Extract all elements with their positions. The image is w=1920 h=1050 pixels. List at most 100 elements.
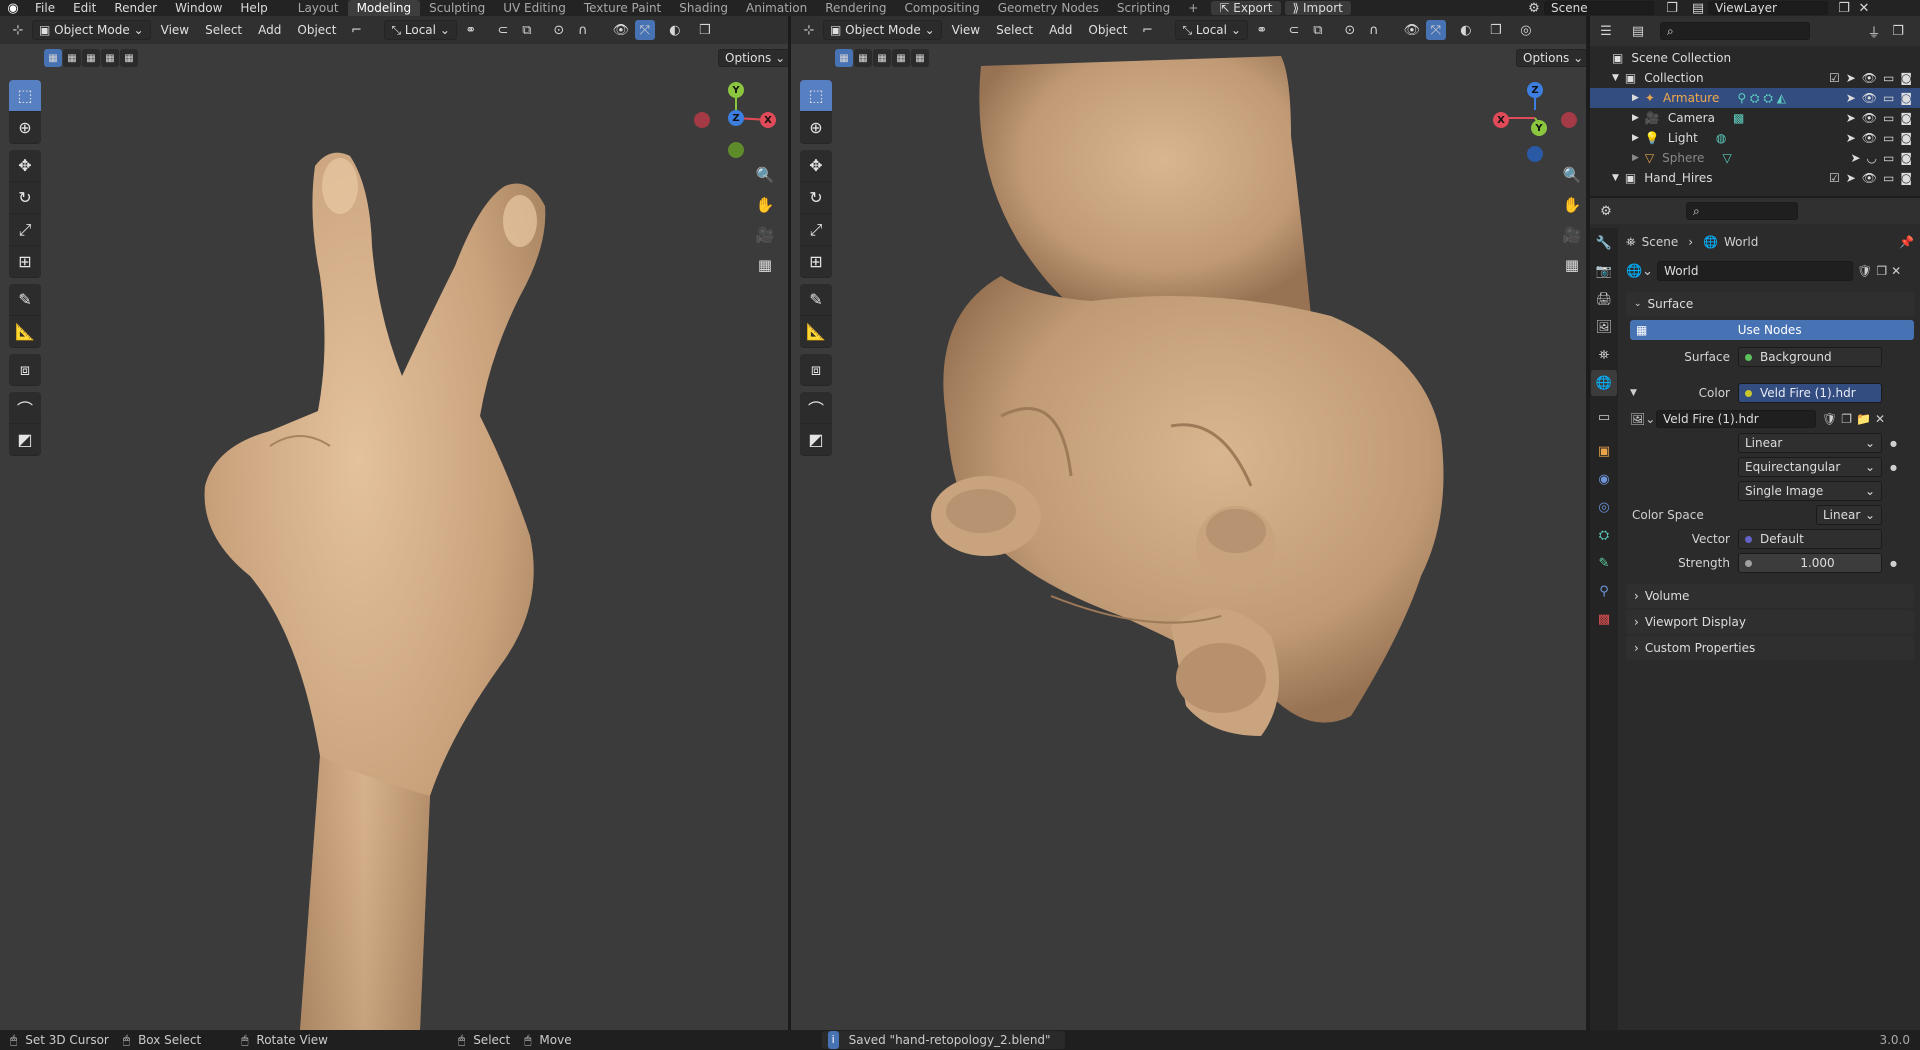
expand-arrow-icon[interactable]: ▶ <box>1632 153 1639 163</box>
view-layer-field[interactable]: ViewLayer <box>1708 1 1828 15</box>
overlays-icon[interactable]: ◐ <box>665 20 685 40</box>
xray-icon[interactable]: ❒ <box>695 20 715 40</box>
proportional-edit-icon[interactable]: ⊙ <box>1340 20 1360 40</box>
gizmo-neg-z-icon[interactable] <box>1527 146 1543 162</box>
overlays-icon[interactable]: ◐ <box>1456 20 1476 40</box>
object-data-tab-icon[interactable]: ⛭ <box>1591 522 1617 548</box>
scene-field[interactable]: Scene <box>1544 1 1654 15</box>
import-button[interactable]: ⟫ Import <box>1284 1 1351 15</box>
navigation-gizmo-left[interactable]: Y Z X <box>690 80 780 170</box>
move-tool-icon[interactable]: ✥ <box>800 150 832 182</box>
monitor-icon[interactable]: ▭ <box>1883 111 1894 125</box>
gizmo-y-icon[interactable]: Y <box>1531 120 1547 136</box>
menu-add[interactable]: Add <box>252 23 287 37</box>
render-camera-icon[interactable]: ◙ <box>1900 71 1912 85</box>
outliner-scene-collection[interactable]: ▣ Scene Collection <box>1612 48 1920 68</box>
eye-closed-icon[interactable]: ◡ <box>1867 151 1877 165</box>
gizmo-z-icon[interactable]: Z <box>728 110 744 126</box>
select-intersect-icon[interactable]: ▦ <box>911 49 929 67</box>
duplicate-icon[interactable]: ❐ <box>1876 264 1887 278</box>
navigation-gizmo-right[interactable]: Z X Y <box>1489 80 1579 170</box>
mode-dropdown[interactable]: ▣ Object Mode ⌄ <box>32 20 151 40</box>
vector-input-field[interactable]: Default <box>1738 529 1882 549</box>
render-camera-icon[interactable]: ◙ <box>1900 171 1912 185</box>
tab-uv-editing[interactable]: UV Editing <box>494 0 575 16</box>
orientation-dropdown[interactable]: ⤡ Local ⌄ <box>384 20 457 40</box>
keyframe-dot-icon[interactable]: ● <box>1890 439 1897 448</box>
render-camera-icon[interactable]: ◙ <box>1900 111 1912 125</box>
tab-texture-paint[interactable]: Texture Paint <box>575 0 670 16</box>
menu-view[interactable]: View <box>155 23 195 37</box>
menu-object[interactable]: Object <box>291 23 342 37</box>
select-arrow-icon[interactable]: ➤ <box>1846 111 1856 125</box>
menu-help[interactable]: Help <box>231 0 276 16</box>
monitor-icon[interactable]: ▭ <box>1883 91 1894 105</box>
outliner-item-light[interactable]: ▶ 💡 Light ◍ ➤ 👁 ▭ ◙ <box>1612 128 1920 148</box>
interpolation-dropdown[interactable]: Linear ⌄ <box>1738 433 1882 453</box>
snap-icon[interactable]: ⊂ <box>493 20 513 40</box>
image-browse-icon[interactable]: 🖼⌄ <box>1630 412 1656 426</box>
annotate-tool-icon[interactable]: ✎ <box>800 284 832 316</box>
select-invert-icon[interactable]: ▦ <box>101 49 119 67</box>
eye-icon[interactable]: 👁 <box>1862 111 1877 125</box>
modifier-tab-icon[interactable]: ◉ <box>1591 466 1617 492</box>
fake-user-icon[interactable]: 🛡 <box>1822 412 1837 426</box>
menu-render[interactable]: Render <box>105 0 166 16</box>
display-mode-icon[interactable]: ▤ <box>1628 21 1648 41</box>
menu-object[interactable]: Object <box>1082 23 1133 37</box>
unlink-icon[interactable]: ✕ <box>1891 264 1901 278</box>
menu-add[interactable]: Add <box>1043 23 1078 37</box>
new-collection-icon[interactable]: ❐ <box>1888 21 1908 41</box>
select-arrow-icon[interactable]: ➤ <box>1846 91 1856 105</box>
options-dropdown[interactable]: Options ⌄ <box>718 49 788 67</box>
select-arrow-icon[interactable]: ➤ <box>1846 71 1856 85</box>
tab-layout[interactable]: Layout <box>289 0 348 16</box>
eye-icon[interactable]: 👁 <box>1862 91 1877 105</box>
spin-tool-icon[interactable]: ◩ <box>800 424 832 456</box>
duplicate-icon[interactable]: ❐ <box>1841 412 1852 426</box>
surface-panel-header[interactable]: ⌄ Surface <box>1626 292 1914 316</box>
editor-type-icon[interactable]: ⊹ <box>799 20 819 40</box>
visibility-icon[interactable]: 👁 <box>611 20 631 40</box>
outliner-item-sphere[interactable]: ▶ ▽ Sphere ▽ ➤ ◡ ▭ ◙ <box>1612 148 1920 168</box>
eye-icon[interactable]: 👁 <box>1862 71 1877 85</box>
ortho-grid-icon[interactable]: ▦ <box>752 252 778 278</box>
tab-animation[interactable]: Animation <box>737 0 816 16</box>
ortho-grid-icon[interactable]: ▦ <box>1559 252 1585 278</box>
select-extend-icon[interactable]: ▦ <box>854 49 872 67</box>
cursor-tool-icon[interactable]: ⊕ <box>800 112 832 144</box>
fake-user-icon[interactable]: 🛡 <box>1857 264 1872 278</box>
annotate-tool-icon[interactable]: ✎ <box>9 284 41 316</box>
render-camera-icon[interactable]: ◙ <box>1900 91 1912 105</box>
export-button[interactable]: ⇱ Export <box>1211 1 1281 15</box>
strength-field[interactable]: 1.000 <box>1738 553 1882 573</box>
gizmo-y-icon[interactable]: Y <box>728 82 744 98</box>
world-browse-icon[interactable]: 🌐⌄ <box>1626 264 1653 279</box>
select-subtract-icon[interactable]: ▦ <box>82 49 100 67</box>
tab-scripting[interactable]: Scripting <box>1108 0 1179 16</box>
select-arrow-icon[interactable]: ➤ <box>1846 131 1856 145</box>
transform-pivot-icon[interactable]: ⌐ <box>1137 20 1157 40</box>
visibility-icon[interactable]: 👁 <box>1402 20 1422 40</box>
copy-scene-icon[interactable]: ❐ <box>1662 0 1682 16</box>
pan-hand-icon[interactable]: ✋ <box>752 192 778 218</box>
render-camera-icon[interactable]: ◙ <box>1900 131 1912 145</box>
add-workspace-button[interactable]: + <box>1179 0 1207 16</box>
viewport-left[interactable]: ⊹ ▣ Object Mode ⌄ View Select Add Object… <box>0 16 788 1030</box>
select-subtract-icon[interactable]: ▦ <box>873 49 891 67</box>
menu-window[interactable]: Window <box>166 0 231 16</box>
object-tab-icon[interactable]: ▣ <box>1591 438 1617 464</box>
select-arrow-icon[interactable]: ➤ <box>1850 151 1860 165</box>
add-cube-tool-icon[interactable]: ⧈ <box>800 354 832 386</box>
collection-tab-icon[interactable]: ▭ <box>1591 404 1617 430</box>
select-intersect-icon[interactable]: ▦ <box>120 49 138 67</box>
output-tab-icon[interactable]: 🖨 <box>1591 286 1617 312</box>
render-tab-icon[interactable]: 📷 <box>1591 258 1617 284</box>
camera-view-icon[interactable]: 🎥 <box>752 222 778 248</box>
add-cube-tool-icon[interactable]: ⧈ <box>9 354 41 386</box>
view-layer-icon[interactable]: ▤ <box>1688 0 1708 16</box>
view-layer-tab-icon[interactable]: 🖼 <box>1591 314 1617 340</box>
expand-arrow-icon[interactable]: ▼ <box>1612 173 1619 183</box>
menu-select[interactable]: Select <box>199 23 248 37</box>
eye-icon[interactable]: 👁 <box>1862 131 1877 145</box>
